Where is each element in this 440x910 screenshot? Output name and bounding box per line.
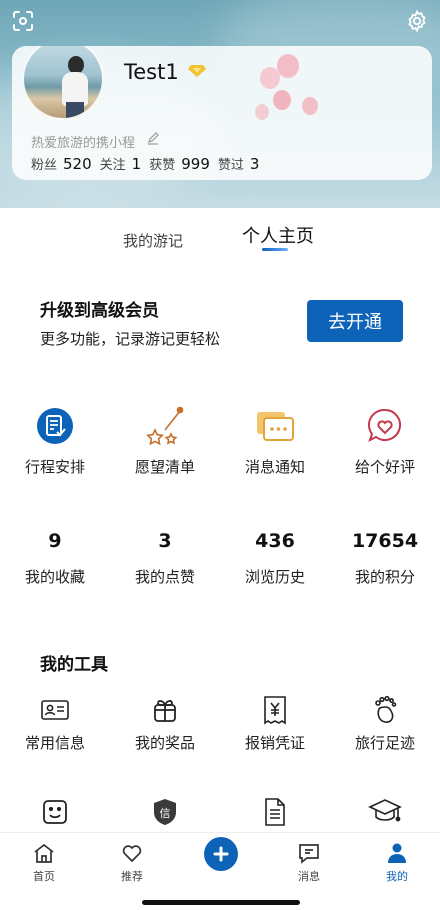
heart-icon	[122, 845, 142, 863]
tool-label: 旅行足迹	[354, 734, 415, 752]
tool-label: 报销凭证	[244, 734, 305, 752]
tool-receipts[interactable]: 报销凭证	[220, 694, 330, 753]
stat-label-fans: 粉丝	[31, 158, 58, 173]
credit-badge-icon: 信	[154, 799, 176, 825]
count-favorites[interactable]: 9 我的收藏	[0, 530, 110, 587]
upgrade-button[interactable]: 去开通	[307, 300, 403, 342]
itinerary-icon	[37, 408, 73, 444]
avatar[interactable]	[22, 46, 104, 120]
tool-documents[interactable]	[220, 794, 330, 830]
count-likes[interactable]: 3 我的点赞	[110, 530, 220, 587]
active-tab-indicator	[262, 248, 288, 251]
user-icon	[388, 843, 406, 863]
tool-footprints[interactable]: 旅行足迹	[330, 694, 440, 753]
plus-icon	[213, 846, 229, 862]
tool-feedback[interactable]	[0, 794, 110, 830]
message-icon	[257, 412, 294, 441]
tabbar-label: 我的	[386, 870, 408, 883]
tabbar-label: 推荐	[121, 870, 143, 883]
bottom-tab-bar: 首页 推荐 消息 我的	[0, 832, 440, 910]
count-label: 我的收藏	[24, 568, 85, 586]
tab-personal-home[interactable]: 个人主页	[242, 222, 314, 248]
upgrade-banner: 升级到高级会员 更多功能，记录游记更轻松 去开通	[0, 290, 440, 360]
stat-value-following[interactable]: 1	[132, 155, 142, 173]
count-history[interactable]: 436 浏览历史	[220, 530, 330, 587]
tool-learning[interactable]	[330, 794, 440, 830]
id-card-icon	[41, 700, 69, 720]
profile-card: Test1 热爱旅游的携小程 粉丝 520 关注 1 获赞 999 赞过 3	[12, 46, 432, 180]
receipt-icon	[264, 696, 286, 725]
tool-credit[interactable]: 信	[110, 794, 220, 830]
action-label: 消息通知	[244, 458, 305, 476]
tabbar-me[interactable]: 我的	[367, 841, 427, 884]
tabbar-label: 首页	[33, 870, 55, 883]
upgrade-title: 升级到高级会员	[40, 301, 159, 321]
tools-row-2: 信	[0, 794, 440, 830]
wishlist-icon	[146, 406, 184, 446]
user-counts: 9 我的收藏 3 我的点赞 436 浏览历史 17654 我的积分	[0, 530, 440, 587]
upgrade-subtitle: 更多功能，记录游记更轻松	[40, 330, 221, 348]
count-value: 9	[48, 530, 62, 552]
stat-value-fans[interactable]: 520	[63, 155, 92, 173]
vip-diamond-icon	[188, 65, 206, 77]
scan-icon	[13, 11, 33, 31]
tool-label: 我的奖品	[134, 734, 195, 752]
count-value: 3	[158, 530, 172, 552]
action-messages[interactable]: 消息通知	[220, 404, 330, 477]
profile-header-background: Test1 热爱旅游的携小程 粉丝 520 关注 1 获赞 999 赞过 3	[0, 0, 440, 208]
tabbar-recommend[interactable]: 推荐	[102, 841, 162, 884]
stat-label-likes-received: 获赞	[149, 158, 176, 173]
count-points[interactable]: 17654 我的积分	[330, 530, 440, 587]
gear-icon	[408, 9, 426, 33]
document-icon	[265, 798, 285, 826]
action-label: 愿望清单	[134, 458, 195, 476]
stat-value-likes-given[interactable]: 3	[250, 155, 260, 173]
count-value: 17654	[351, 530, 419, 552]
home-indicator	[142, 900, 300, 905]
count-label: 我的点赞	[134, 568, 195, 586]
tools-section-title: 我的工具	[40, 655, 108, 675]
action-label: 给个好评	[354, 458, 415, 476]
tools-row-1: 常用信息 我的奖品 报销凭证 旅行足迹	[0, 694, 440, 753]
add-post-button[interactable]	[204, 837, 238, 871]
action-wishlist[interactable]: 愿望清单	[110, 404, 220, 477]
signature-text: 热爱旅游的携小程	[31, 136, 136, 151]
edit-icon[interactable]	[146, 132, 160, 146]
action-review[interactable]: 给个好评	[330, 404, 440, 477]
credit-badge-char: 信	[160, 807, 171, 820]
settings-button[interactable]	[402, 6, 432, 36]
tabbar-home[interactable]: 首页	[14, 841, 74, 884]
count-value: 436	[255, 530, 295, 552]
balloons-decoration	[255, 54, 318, 120]
stat-label-following: 关注	[99, 158, 126, 173]
heart-chat-icon	[367, 408, 401, 442]
count-label: 浏览历史	[244, 568, 305, 586]
tool-common-info[interactable]: 常用信息	[0, 694, 110, 753]
profile-tabs: 我的游记 个人主页	[0, 222, 440, 262]
home-icon	[34, 843, 54, 863]
username: Test1	[124, 60, 179, 84]
smile-icon	[43, 800, 67, 824]
gift-icon	[154, 700, 176, 722]
profile-stats: 粉丝 520 关注 1 获赞 999 赞过 3	[31, 154, 267, 173]
action-label: 行程安排	[24, 458, 85, 476]
tabbar-messages[interactable]: 消息	[279, 841, 339, 884]
count-label: 我的积分	[354, 568, 415, 586]
tab-my-travel-notes[interactable]: 我的游记	[123, 230, 183, 251]
quick-actions: 行程安排 愿望清单 消息通知 给个好评	[0, 404, 440, 477]
tool-label: 常用信息	[24, 734, 85, 752]
tabbar-label: 消息	[298, 870, 320, 883]
footprint-icon	[375, 695, 397, 723]
stat-value-likes-received[interactable]: 999	[181, 155, 210, 173]
stat-label-likes-given: 赞过	[217, 158, 244, 173]
chat-icon	[299, 844, 319, 864]
scan-button[interactable]	[8, 6, 38, 36]
tool-prizes[interactable]: 我的奖品	[110, 694, 220, 753]
action-itinerary[interactable]: 行程安排	[0, 404, 110, 477]
graduation-cap-icon	[368, 799, 402, 822]
